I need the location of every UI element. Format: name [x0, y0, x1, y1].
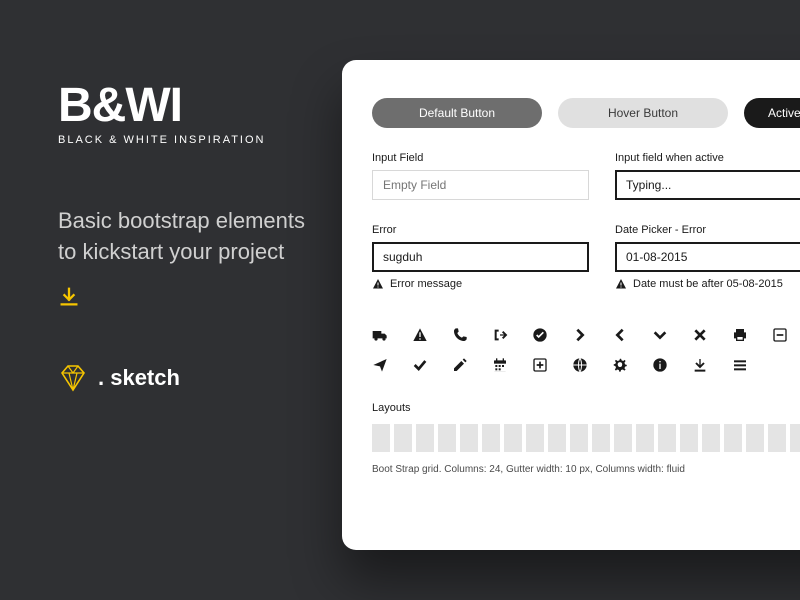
truck-icon	[372, 327, 388, 343]
default-button[interactable]: Default Button	[372, 98, 542, 128]
download-icon[interactable]	[58, 286, 308, 308]
chevron-left-icon	[612, 327, 628, 343]
empty-input[interactable]	[372, 170, 589, 200]
grid-columns	[372, 424, 800, 452]
menu-icon	[732, 357, 748, 373]
date-error-message: Date must be after 05-08-2015	[633, 278, 783, 290]
globe-icon	[572, 357, 588, 373]
tagline: Basic bootstrap elements to kickstart yo…	[58, 206, 308, 268]
print-icon	[732, 327, 748, 343]
warning-icon	[615, 278, 627, 290]
input-label: Input Field	[372, 152, 589, 164]
info-icon	[652, 357, 668, 373]
active-input-label: Input field when active	[615, 152, 800, 164]
error-message: Error message	[390, 278, 462, 290]
plus-square-icon	[532, 357, 548, 373]
logo-subtitle: BLACK & WHITE INSPIRATION	[58, 134, 308, 146]
active-button[interactable]: Active	[744, 98, 800, 128]
icon-grid	[372, 320, 800, 380]
layouts-label: Layouts	[372, 402, 800, 414]
error-input[interactable]	[372, 242, 589, 272]
check-circle-icon	[532, 327, 548, 343]
warning-icon	[412, 327, 428, 343]
gear-icon	[612, 357, 628, 373]
edit-icon	[452, 357, 468, 373]
logo-title: B&WI	[58, 82, 308, 130]
sketch-label: . sketch	[98, 365, 180, 391]
chevron-down-icon	[652, 327, 668, 343]
signout-icon	[492, 327, 508, 343]
example-panel: Default Button Hover Button Active Input…	[342, 60, 800, 550]
error-label: Error	[372, 224, 589, 236]
minus-square-icon	[772, 327, 788, 343]
check-icon	[412, 357, 428, 373]
send-icon	[372, 357, 388, 373]
calendar-icon	[492, 357, 508, 373]
active-input[interactable]	[615, 170, 800, 200]
warning-icon	[372, 278, 384, 290]
sketch-diamond-icon	[58, 364, 88, 392]
phone-icon	[452, 327, 468, 343]
close-icon	[692, 327, 708, 343]
date-label: Date Picker - Error	[615, 224, 800, 236]
grid-caption: Boot Strap grid. Columns: 24, Gutter wid…	[372, 464, 800, 475]
download-icon	[692, 357, 708, 373]
date-input[interactable]	[615, 242, 800, 272]
chevron-right-icon	[572, 327, 588, 343]
hover-button[interactable]: Hover Button	[558, 98, 728, 128]
